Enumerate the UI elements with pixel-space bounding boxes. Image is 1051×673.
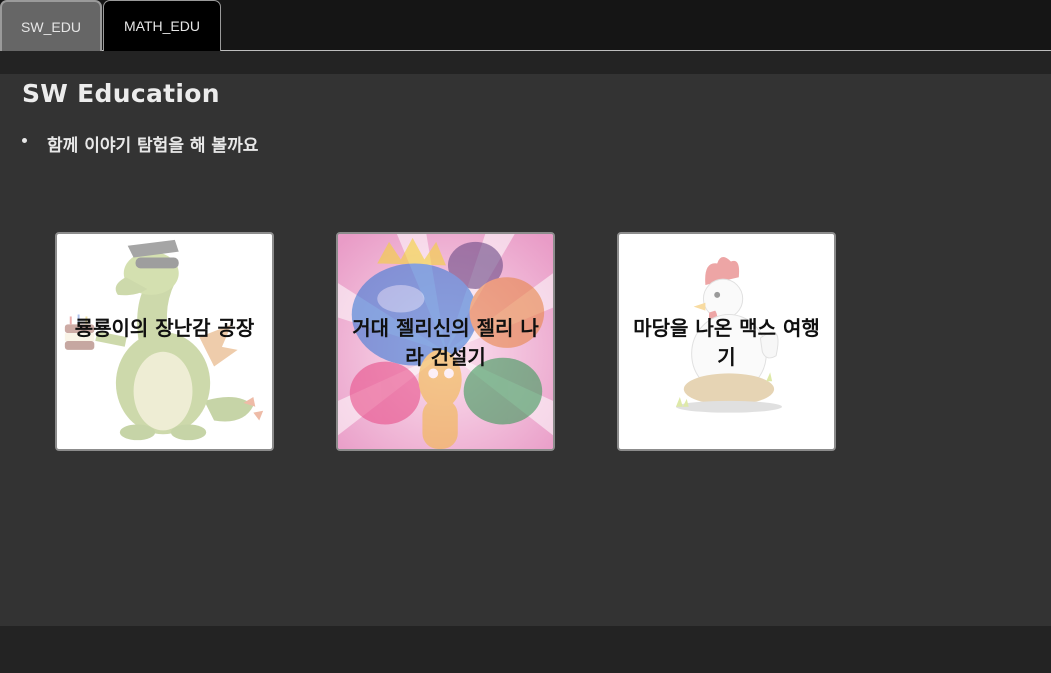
main-panel: SW Education 함께 이야기 탐험을 해 볼까요 룡룡이의 장난감 공… (0, 74, 1051, 626)
card-title: 룡룡이의 장난감 공장 (74, 316, 255, 340)
bullet-dot-icon (22, 138, 27, 143)
tab-math-edu[interactable]: MATH_EDU (103, 0, 221, 51)
card-title: 마당을 나온 맥스 여행기 (633, 316, 820, 369)
page-title: SW Education (22, 79, 220, 108)
story-card-jelly-kingdom[interactable]: 거대 젤리신의 젤리 나라 건설기 (336, 232, 555, 451)
card-title: 거대 젤리신의 젤리 나라 건설기 (352, 316, 539, 369)
story-card-max-journey[interactable]: 마당을 나온 맥스 여행기 (617, 232, 836, 451)
tab-sw-edu-label: SW_EDU (21, 18, 81, 35)
tab-bar: SW_EDU MATH_EDU (0, 0, 1051, 51)
tab-sw-edu[interactable]: SW_EDU (0, 0, 102, 51)
story-card-toy-factory[interactable]: 룡룡이의 장난감 공장 (55, 232, 274, 451)
intro-list-item: 함께 이야기 탐험을 해 볼까요 (22, 131, 258, 156)
intro-text: 함께 이야기 탐험을 해 볼까요 (47, 136, 259, 156)
tab-math-edu-label: MATH_EDU (124, 18, 200, 34)
intro-list: 함께 이야기 탐험을 해 볼까요 (22, 131, 258, 156)
